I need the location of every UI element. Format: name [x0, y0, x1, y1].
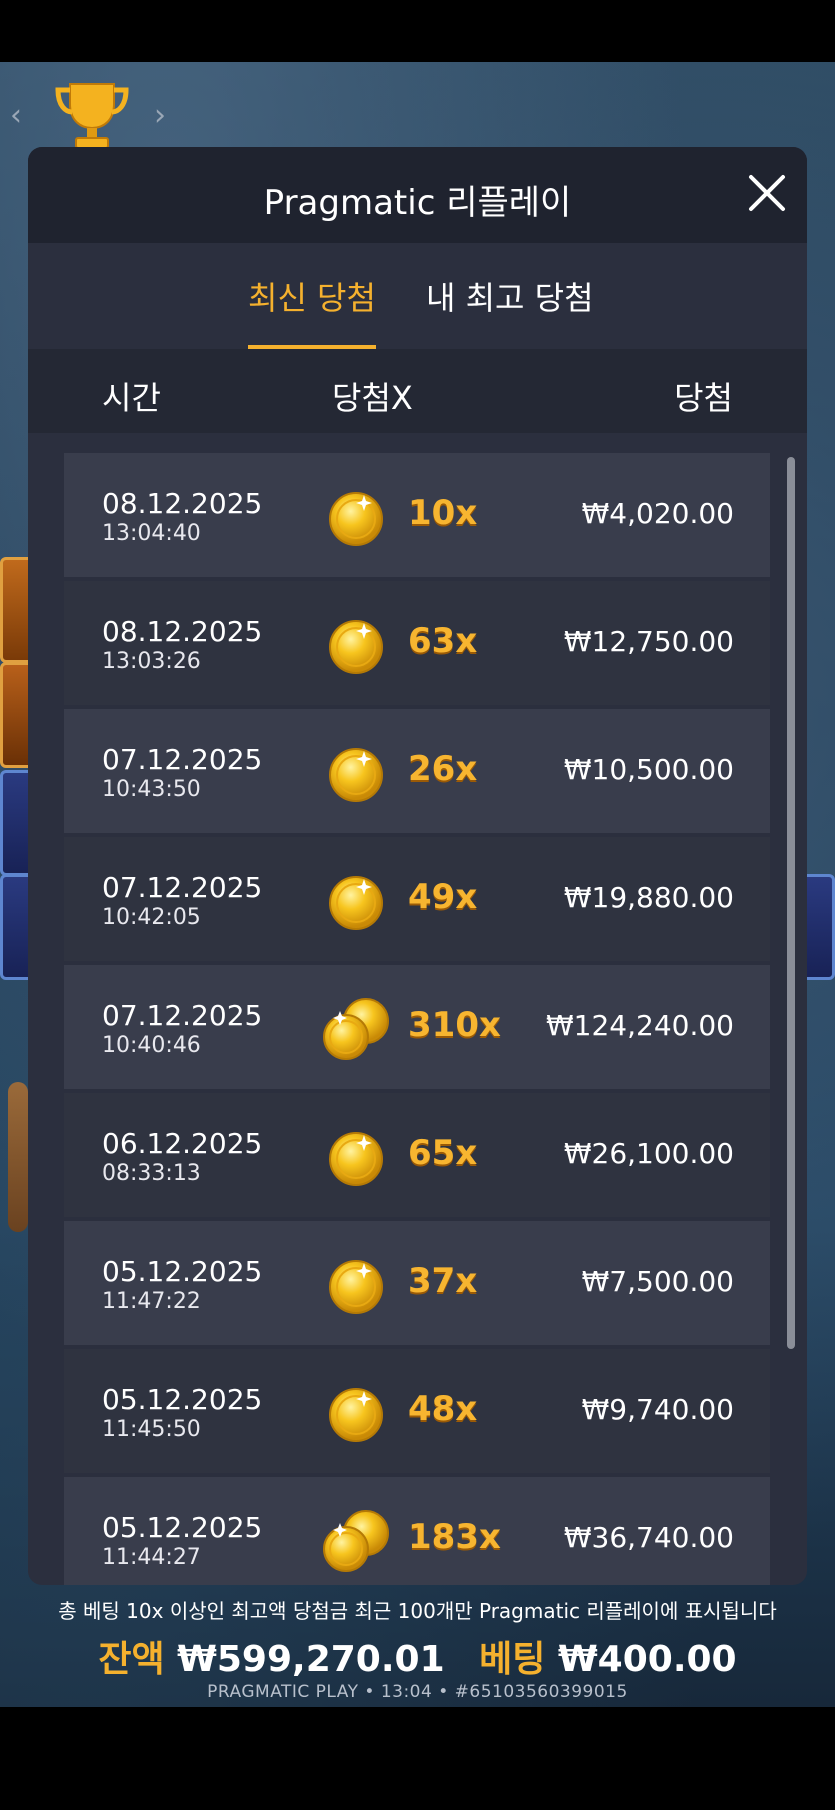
trophy-nav: ‹ ›	[8, 80, 178, 152]
trophy-icon[interactable]	[52, 80, 132, 152]
row-win-amount: ₩36,740.00	[563, 1521, 734, 1554]
row-time: 08:33:13	[102, 1161, 201, 1186]
column-header-multiplier: 당첨X	[332, 379, 413, 417]
table-header: 시간 당첨X 당첨	[28, 349, 807, 433]
table-row[interactable]: 06.12.2025 08:33:13 65x ₩26,100.00	[64, 1093, 770, 1217]
chevron-right-icon[interactable]: ›	[154, 98, 166, 133]
table-row[interactable]: 05.12.2025 11:44:27 183x ₩36,740.00	[64, 1477, 770, 1585]
bet-label: 베팅	[479, 1639, 546, 1680]
tab-my-best-wins[interactable]: 내 최고 당첨	[426, 273, 594, 345]
row-multiplier: 183x	[408, 1517, 501, 1557]
table-row[interactable]: 05.12.2025 11:45:50 48x ₩9,740.00	[64, 1349, 770, 1473]
close-icon[interactable]	[745, 171, 789, 215]
row-time: 13:04:40	[102, 521, 201, 546]
row-date: 07.12.2025	[102, 743, 263, 776]
tab-latest-wins[interactable]: 최신 당첨	[248, 273, 376, 351]
row-multiplier: 48x	[408, 1389, 478, 1429]
coin-icon	[320, 1253, 390, 1317]
table-row[interactable]: 08.12.2025 13:04:40 10x ₩4,020.00	[64, 453, 770, 577]
balance-bar: 잔액 ₩599,270.01 베팅 ₩400.00	[0, 1630, 835, 1684]
row-win-amount: ₩26,100.00	[563, 1137, 734, 1170]
footer-note: 총 베팅 10x 이상인 최고액 당첨금 최근 100개만 Pragmatic …	[58, 1599, 777, 1623]
row-win-amount: ₩12,750.00	[563, 625, 734, 658]
table-row[interactable]: 07.12.2025 10:42:05 49x ₩19,880.00	[64, 837, 770, 961]
row-win-amount: ₩10,500.00	[563, 753, 734, 786]
coin-icon	[320, 997, 390, 1061]
brand-line: PRAGMATIC PLAY • 13:04 • #65103560399015	[207, 1682, 628, 1702]
modal-title: Pragmatic 리플레이	[263, 183, 572, 223]
row-date: 08.12.2025	[102, 487, 263, 520]
scrollbar[interactable]	[787, 457, 795, 1349]
row-time: 10:40:46	[102, 1033, 201, 1058]
modal-header: Pragmatic 리플레이	[28, 147, 807, 243]
row-time: 10:42:05	[102, 905, 201, 930]
table-row[interactable]: 07.12.2025 10:43:50 26x ₩10,500.00	[64, 709, 770, 833]
coin-icon	[320, 1509, 390, 1573]
reel-decoration	[8, 1082, 28, 1232]
bet-value: ₩400.00	[557, 1639, 737, 1680]
coin-icon	[320, 613, 390, 677]
row-time: 11:45:50	[102, 1417, 201, 1442]
row-multiplier: 37x	[408, 1261, 478, 1301]
row-multiplier: 10x	[408, 493, 478, 533]
row-date: 08.12.2025	[102, 615, 263, 648]
coin-icon	[320, 485, 390, 549]
table-row[interactable]: 05.12.2025 11:47:22 37x ₩7,500.00	[64, 1221, 770, 1345]
row-win-amount: ₩7,500.00	[581, 1265, 734, 1298]
row-multiplier: 65x	[408, 1133, 478, 1173]
balance-value: ₩599,270.01	[177, 1639, 445, 1680]
row-date: 07.12.2025	[102, 999, 263, 1032]
row-win-amount: ₩9,740.00	[581, 1393, 734, 1426]
row-time: 10:43:50	[102, 777, 201, 802]
coin-icon	[320, 1125, 390, 1189]
row-time: 11:47:22	[102, 1289, 201, 1314]
row-multiplier: 26x	[408, 749, 478, 789]
wins-list: 08.12.2025 13:04:40 10x ₩4,020.00 08.12.2025…	[64, 453, 770, 1585]
coin-icon	[320, 1381, 390, 1445]
row-win-amount: ₩4,020.00	[581, 497, 734, 530]
row-date: 05.12.2025	[102, 1383, 263, 1416]
row-time: 11:44:27	[102, 1545, 201, 1570]
replay-modal: Pragmatic 리플레이 최신 당첨 내 최고 당첨 시간 당첨X 당첨 0…	[28, 147, 807, 1585]
coin-icon	[320, 869, 390, 933]
row-date: 05.12.2025	[102, 1255, 263, 1288]
row-date: 07.12.2025	[102, 871, 263, 904]
row-win-amount: ₩124,240.00	[545, 1009, 734, 1042]
tabs-bar: 최신 당첨 내 최고 당첨	[28, 243, 807, 351]
table-row[interactable]: 08.12.2025 13:03:26 63x ₩12,750.00	[64, 581, 770, 705]
row-multiplier: 310x	[408, 1005, 501, 1045]
row-multiplier: 63x	[408, 621, 478, 661]
chevron-left-icon[interactable]: ‹	[10, 98, 22, 133]
table-row[interactable]: 07.12.2025 10:40:46 310x ₩124,240.00	[64, 965, 770, 1089]
row-multiplier: 49x	[408, 877, 478, 917]
balance-label: 잔액	[98, 1639, 165, 1680]
row-date: 05.12.2025	[102, 1511, 263, 1544]
column-header-win: 당첨	[674, 379, 733, 417]
row-date: 06.12.2025	[102, 1127, 263, 1160]
row-time: 13:03:26	[102, 649, 201, 674]
column-header-time: 시간	[102, 379, 161, 417]
row-win-amount: ₩19,880.00	[563, 881, 734, 914]
coin-icon	[320, 741, 390, 805]
